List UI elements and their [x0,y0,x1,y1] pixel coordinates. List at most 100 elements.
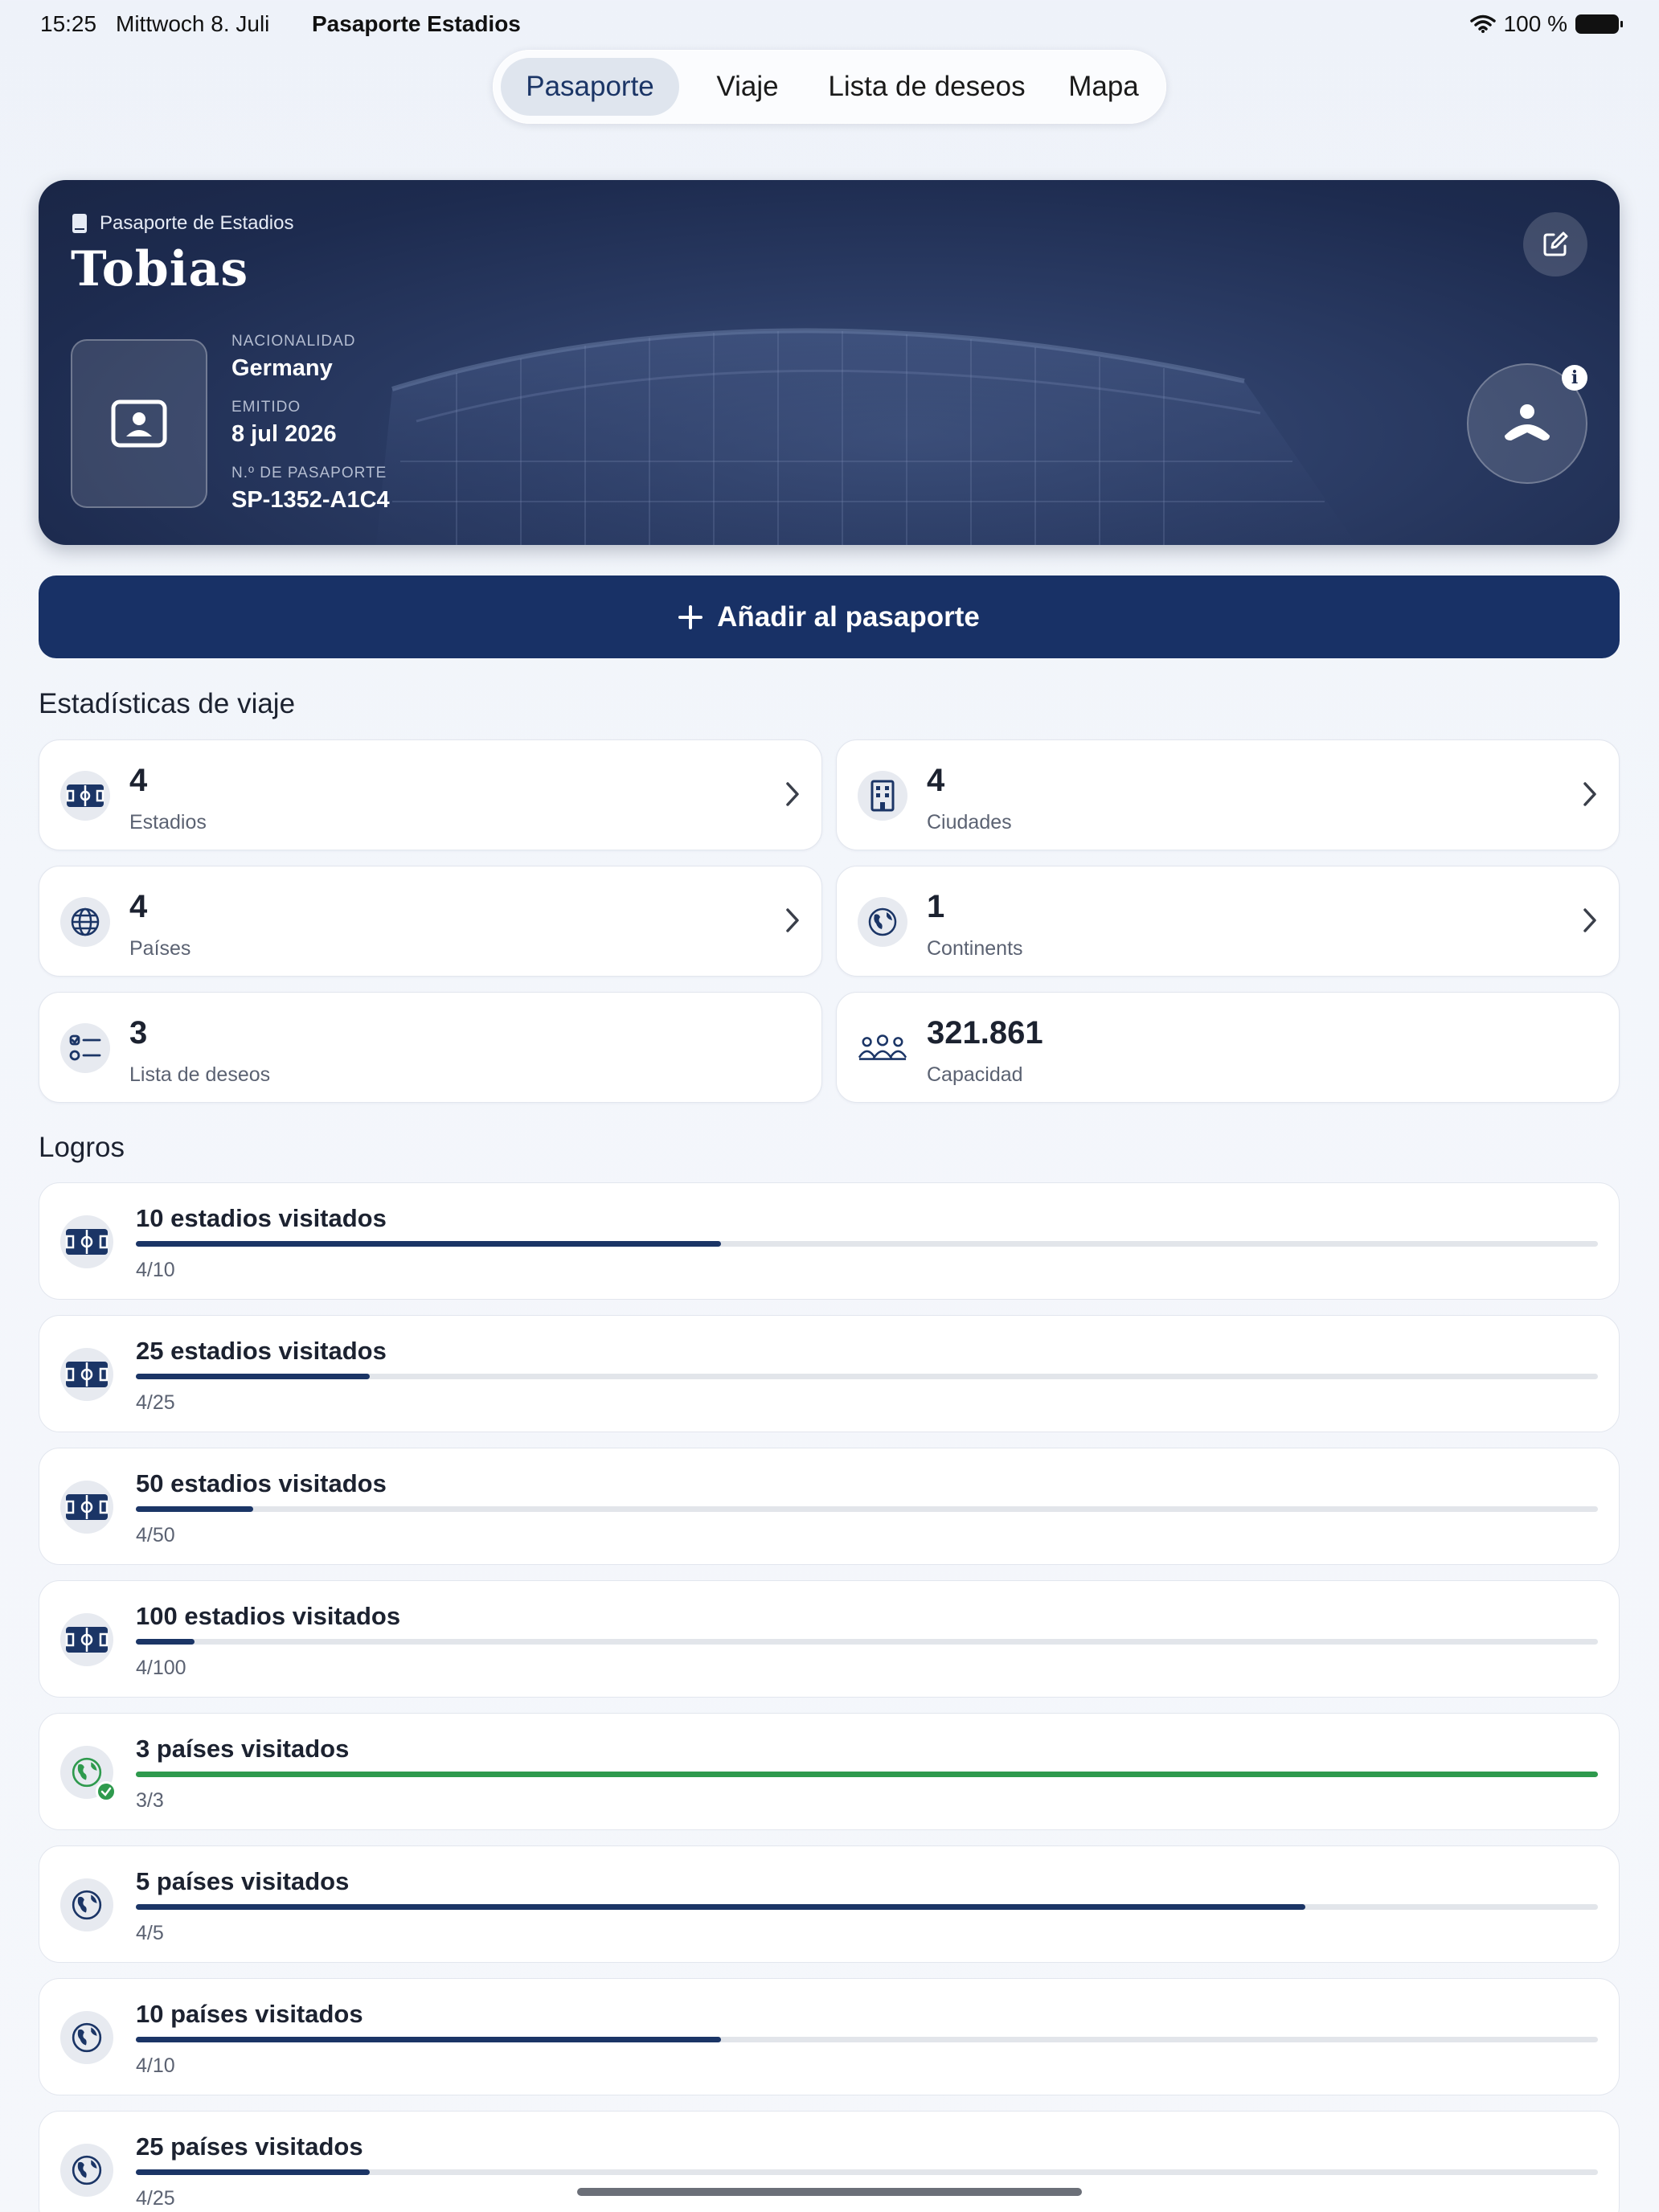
achievement-progress-text: 4/25 [136,2187,175,2210]
nationality-value: Germany [231,355,333,381]
checklist-icon [60,1023,110,1073]
achievement-card[interactable]: 10 países visitados 4/10 [39,1978,1620,2095]
issued-label: EMITIDO [231,399,301,416]
progress-bar [136,1904,1598,1910]
achievement-title: 5 países visitados [136,1867,350,1895]
people-icon [858,1023,907,1073]
add-button-label: Añadir al pasaporte [717,600,980,633]
earth-icon [60,2144,113,2197]
stadium-icon [60,771,110,821]
achievement-card[interactable]: 10 estadios visitados 4/10 [39,1182,1620,1300]
passport-number-label: N.º DE PASAPORTE [231,465,387,481]
achievement-card[interactable]: 5 países visitados 4/5 [39,1845,1620,1963]
chevron-right-icon [1583,908,1596,932]
achievement-title: 25 países visitados [136,2132,363,2161]
plus-icon [678,604,703,629]
chevron-right-icon [786,908,799,932]
earth-icon [60,2011,113,2064]
passport-card-label: Pasaporte de Estadios [71,212,294,235]
tab-mapa[interactable]: Mapa [1047,58,1160,116]
person-photo-icon [111,399,167,448]
stadium-icon [60,1215,113,1268]
stat-label: Estadios [129,811,207,834]
add-to-passport-button[interactable]: Añadir al pasaporte [39,576,1620,658]
checkmark-icon [96,1781,117,1802]
achievement-card[interactable]: 3 países visitados 3/3 [39,1713,1620,1830]
passport-card: Pasaporte de Estadios Tobias NACIONALIDA… [39,180,1620,545]
tab-lista-de-deseos[interactable]: Lista de deseos [814,58,1039,116]
status-time: 15:25 [40,11,97,36]
progress-bar-fill [136,2169,371,2175]
person-icon [1505,404,1550,440]
progress-bar [136,2169,1598,2175]
stat-card-stadiums[interactable]: 4 Estadios [39,739,822,850]
status-app-name: Pasaporte Estadios [312,11,521,36]
achievement-progress-text: 4/50 [136,1524,175,1546]
progress-bar-fill [136,2037,721,2042]
achievement-progress-text: 3/3 [136,1789,164,1812]
progress-bar-fill [136,1241,721,1247]
stat-value: 3 [129,1015,148,1051]
stat-value: 4 [129,889,148,924]
stadium-icon [60,1348,113,1401]
earth-icon [60,1746,117,1802]
stat-card-cities[interactable]: 4 Ciudades [836,739,1620,850]
achievement-title: 10 países visitados [136,2000,363,2028]
passport-holder-name: Tobias [71,241,249,297]
tab-viaje[interactable]: Viaje [690,58,805,116]
progress-bar [136,1241,1598,1247]
progress-bar-fill [136,1506,253,1512]
issued-value: 8 jul 2026 [231,421,337,447]
achievement-card[interactable]: 25 estadios visitados 4/25 [39,1315,1620,1432]
achievement-title: 10 estadios visitados [136,1204,387,1232]
progress-bar [136,1639,1598,1645]
progress-bar [136,1374,1598,1379]
achievement-progress-text: 4/5 [136,1922,164,1944]
stat-card-countries[interactable]: 4 Países [39,866,822,977]
tab-pasaporte[interactable]: Pasaporte [501,58,679,116]
passport-label-text: Pasaporte de Estadios [100,212,294,234]
status-date: Mittwoch 8. Juli [116,11,270,36]
progress-bar [136,1772,1598,1777]
edit-icon [1543,231,1568,256]
progress-bar-fill [136,1772,1598,1777]
info-icon[interactable]: i [1562,365,1587,391]
stat-value: 4 [129,763,148,798]
achievement-title: 25 estadios visitados [136,1337,387,1365]
achievement-title: 50 estadios visitados [136,1469,387,1497]
stat-card-continents[interactable]: 1 Continents [836,866,1620,977]
stadium-icon [60,1613,113,1666]
globe-icon [60,897,110,947]
progress-bar-fill [136,1904,1306,1910]
stat-label: Continents [927,937,1023,960]
stat-label: Países [129,937,191,960]
achievement-progress-text: 4/10 [136,2054,175,2077]
stadium-icon [60,1481,113,1534]
chevron-right-icon [1583,782,1596,806]
achievement-progress-text: 4/10 [136,1259,175,1281]
status-bar: 15:25 Mittwoch 8. Juli Pasaporte Estadio… [40,11,1623,43]
passport-number-value: SP-1352-A1C4 [231,487,390,513]
home-indicator [577,2188,1082,2196]
stat-value: 1 [927,889,945,924]
status-indicators: 100 % [1469,11,1623,37]
wifi-icon [1469,14,1496,33]
stat-value: 321.861 [927,1015,1043,1051]
earth-icon [60,1878,113,1931]
building-icon [858,771,907,821]
chevron-right-icon [786,782,799,806]
stat-card-capacity: 321.861 Capacidad [836,992,1620,1103]
earth-icon [858,897,907,947]
achievement-progress-text: 4/25 [136,1391,175,1414]
passport-photo-placeholder[interactable] [71,339,207,508]
book-icon [72,214,87,233]
achievement-card[interactable]: 25 países visitados 4/25 [39,2111,1620,2212]
stat-label: Ciudades [927,811,1012,834]
progress-bar [136,2037,1598,2042]
tab-bar: Pasaporte Viaje Lista de deseos Mapa [493,50,1166,124]
stat-value: 4 [927,763,945,798]
edit-button[interactable] [1523,212,1587,276]
battery-icon [1575,14,1623,34]
achievement-card[interactable]: 100 estadios visitados 4/100 [39,1580,1620,1698]
achievement-card[interactable]: 50 estadios visitados 4/50 [39,1448,1620,1565]
